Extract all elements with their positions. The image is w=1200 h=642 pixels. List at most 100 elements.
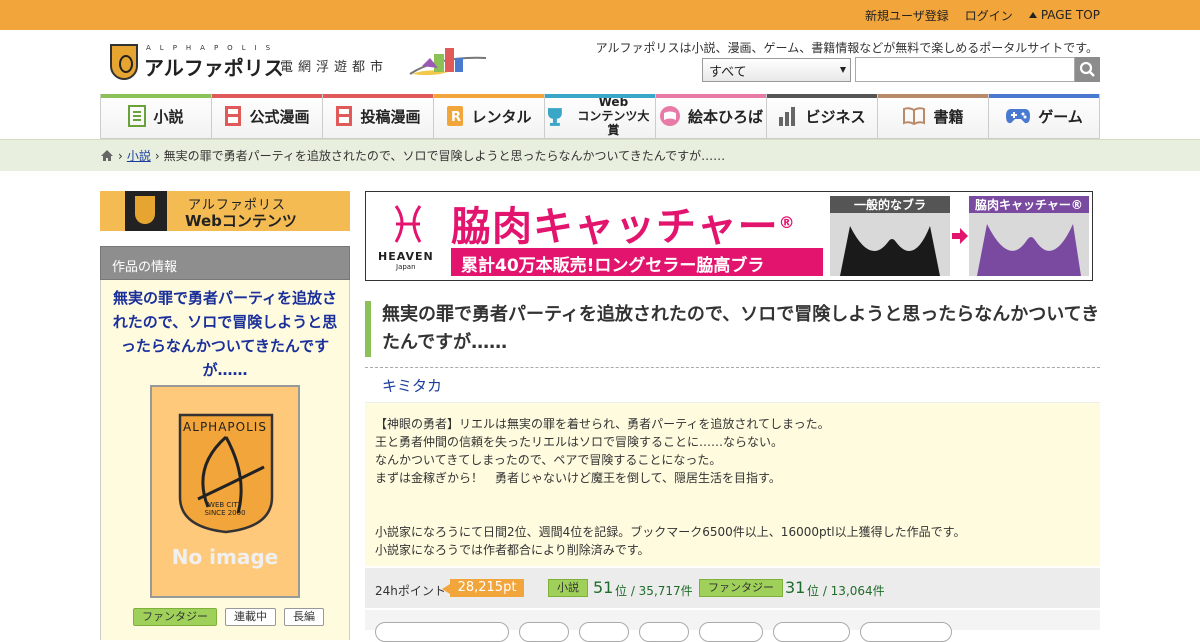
login-link[interactable]: ログイン bbox=[965, 7, 1013, 24]
nav-stripe bbox=[767, 94, 877, 98]
sidebar-work-title[interactable]: 無実の罪で勇者パーティを追放されたので、ソロで冒険しようと思ったらなんかついてき… bbox=[112, 286, 338, 382]
nav-stripe bbox=[323, 94, 433, 98]
summary-line: 小説家になろうでは作者都合により削除済みです。 bbox=[375, 543, 650, 557]
keyword-tag[interactable] bbox=[699, 622, 763, 642]
web-contents-line2: Webコンテンツ bbox=[185, 212, 297, 230]
brand-emblem-icon bbox=[394, 205, 422, 243]
nav-web-contents-award-label: Web コンテンツ大賞 bbox=[572, 95, 655, 137]
main-nav: 小説 公式漫画 投稿漫画 R レンタル Web コンテンツ大賞 絵本ひろば ビジネ… bbox=[100, 94, 1100, 139]
top-links: 新規ユーザ登録 ログイン PAGE TOP bbox=[865, 0, 1100, 30]
ad-title-text: 脇肉キャッチャー bbox=[451, 204, 779, 250]
breadcrumb-novel-link[interactable]: 小説 bbox=[127, 147, 151, 164]
book-icon bbox=[128, 105, 147, 127]
ad-banner[interactable]: HEAVEN Japan 脇肉キャッチャー® 累計40万本販売!ロングセラー脇高… bbox=[365, 191, 1093, 281]
site-logo[interactable]: ALPHAPOLIS アルファポリス 電網浮遊都市 bbox=[110, 44, 490, 84]
nav-stripe bbox=[656, 94, 766, 98]
nav-official-manga[interactable]: 公式漫画 bbox=[212, 94, 323, 139]
summary-line: まずは金稼ぎから！ 勇者じゃないけど魔王を倒して、隠居生活を目指す。 bbox=[375, 471, 781, 485]
chevron-down-icon bbox=[840, 67, 846, 73]
nav-novel[interactable]: 小説 bbox=[101, 94, 212, 139]
breadcrumb: › 小説 › 無実の罪で勇者パーティを追放されたので、ソロで冒険しようと思ったら… bbox=[100, 147, 725, 164]
ad-brand-sub: Japan bbox=[396, 263, 416, 271]
page-title: 無実の罪で勇者パーティを追放されたので、ソロで冒険しようと思ったらなんかついてき… bbox=[365, 301, 1100, 357]
summary-line: なんかついてきてしまったので、ペアで冒険することになった。 bbox=[375, 453, 722, 467]
keyword-tag[interactable] bbox=[773, 622, 850, 642]
cover-sub-text-2: SINCE 2000 bbox=[204, 509, 246, 517]
genre-tags: ファンタジー 連載中 長編 bbox=[133, 608, 324, 626]
summary-line bbox=[375, 487, 1090, 505]
keyword-tag[interactable] bbox=[639, 622, 689, 642]
alphapolis-emblem-icon bbox=[125, 191, 167, 231]
search-category-select[interactable]: すべて bbox=[702, 58, 851, 82]
nav-stripe bbox=[878, 94, 988, 98]
nav-posted-manga-label: 投稿漫画 bbox=[360, 107, 421, 126]
search-category-value: すべて bbox=[709, 65, 747, 80]
keyword-tag[interactable] bbox=[860, 622, 952, 642]
rank-fantasy-number: 31 bbox=[785, 578, 806, 597]
ad-subtitle: 累計40万本販売!ロングセラー脇高ブラ bbox=[451, 248, 823, 276]
ad-caption-product: 脇肉キャッチャー® bbox=[969, 196, 1089, 213]
nav-rental[interactable]: R レンタル bbox=[434, 94, 545, 139]
ad-registered-mark: ® bbox=[778, 213, 796, 232]
keyword-tag[interactable] bbox=[375, 622, 509, 642]
page-top-link[interactable]: PAGE TOP bbox=[1028, 8, 1100, 22]
rank-fantasy-total: 位 / 13,064件 bbox=[807, 584, 885, 598]
tag-long[interactable]: 長編 bbox=[284, 608, 324, 626]
nav-stripe bbox=[545, 94, 655, 98]
pointer-icon bbox=[442, 584, 450, 594]
svg-text:R: R bbox=[451, 110, 461, 125]
keyword-tag[interactable] bbox=[579, 622, 629, 642]
cover-sub-text-1: WEB CITY bbox=[208, 501, 242, 509]
nav-web-contents-award[interactable]: Web コンテンツ大賞 bbox=[545, 94, 656, 139]
search-input[interactable] bbox=[855, 57, 1075, 82]
rank-category-novel[interactable]: 小説 bbox=[548, 579, 588, 597]
points-label: 24hポイント bbox=[375, 584, 446, 598]
nav-posted-manga[interactable]: 投稿漫画 bbox=[323, 94, 434, 139]
nav-business[interactable]: ビジネス bbox=[767, 94, 878, 139]
tag-fantasy[interactable]: ファンタジー bbox=[133, 608, 217, 626]
nav-books[interactable]: 書籍 bbox=[878, 94, 989, 139]
home-icon[interactable] bbox=[100, 149, 114, 162]
rank-novel-total: 位 / 35,717件 bbox=[615, 584, 693, 598]
summary-line: 【神眼の勇者】リエルは無実の罪を着せられ、勇者パーティを追放されてしまった。 bbox=[375, 417, 830, 431]
summary-line: 小説家になろうにて日間2位、週間4位を記録。ブックマーク6500件以上、1600… bbox=[375, 525, 966, 539]
manga-icon bbox=[336, 106, 353, 126]
search-icon bbox=[1079, 61, 1095, 77]
ad-caption-regular: 一般的なブラ bbox=[830, 196, 950, 213]
logo-city: 電網浮遊都市 bbox=[280, 60, 389, 75]
work-summary: 【神眼の勇者】リエルは無実の罪を着せられ、勇者パーティを追放されてしまった。 王… bbox=[365, 402, 1100, 566]
nav-stripe bbox=[101, 94, 211, 98]
rank-category-fantasy[interactable]: ファンタジー bbox=[699, 579, 783, 597]
no-image-label: No image bbox=[171, 545, 279, 569]
points-value: 28,215pt bbox=[450, 579, 524, 597]
rental-icon: R bbox=[447, 106, 464, 126]
nav-novel-label: 小説 bbox=[153, 107, 184, 126]
keyword-tag[interactable] bbox=[519, 622, 569, 642]
breadcrumb-current: 無実の罪で勇者パーティを追放されたので、ソロで冒険しようと思ったらなんかついてき… bbox=[163, 149, 726, 163]
author-link[interactable]: キミタカ bbox=[382, 375, 442, 396]
nav-stripe bbox=[434, 94, 544, 98]
nav-rental-label: レンタル bbox=[471, 107, 532, 126]
site-tagline: アルファポリスは小説、漫画、ゲーム、書籍情報などが無料で楽しめるポータルサイトで… bbox=[595, 41, 1098, 55]
trophy-icon bbox=[547, 108, 562, 126]
nav-games[interactable]: ゲーム bbox=[989, 94, 1100, 139]
nav-books-label: 書籍 bbox=[933, 107, 964, 126]
search-button[interactable] bbox=[1075, 57, 1100, 82]
nav-picture-book[interactable]: 絵本ひろば bbox=[656, 94, 767, 139]
summary-line bbox=[375, 505, 1090, 523]
nav-stripe bbox=[989, 94, 1099, 98]
nav-award-line2: コンテンツ大賞 bbox=[577, 109, 650, 137]
register-link[interactable]: 新規ユーザ登録 bbox=[865, 7, 949, 24]
rank-novel-number: 51 bbox=[593, 578, 614, 597]
page-top-label: PAGE TOP bbox=[1040, 8, 1100, 22]
gamepad-icon bbox=[1006, 109, 1031, 124]
open-book-icon bbox=[903, 107, 926, 126]
breadcrumb-separator: › bbox=[154, 148, 160, 163]
business-icon bbox=[779, 107, 796, 126]
nav-stripe bbox=[212, 94, 322, 98]
breadcrumb-separator: › bbox=[118, 148, 123, 163]
picture-book-icon bbox=[659, 106, 680, 126]
web-contents-banner[interactable]: アルファポリス Webコンテンツ bbox=[100, 191, 350, 231]
tag-serializing[interactable]: 連載中 bbox=[225, 608, 276, 626]
nav-games-label: ゲーム bbox=[1038, 107, 1083, 126]
